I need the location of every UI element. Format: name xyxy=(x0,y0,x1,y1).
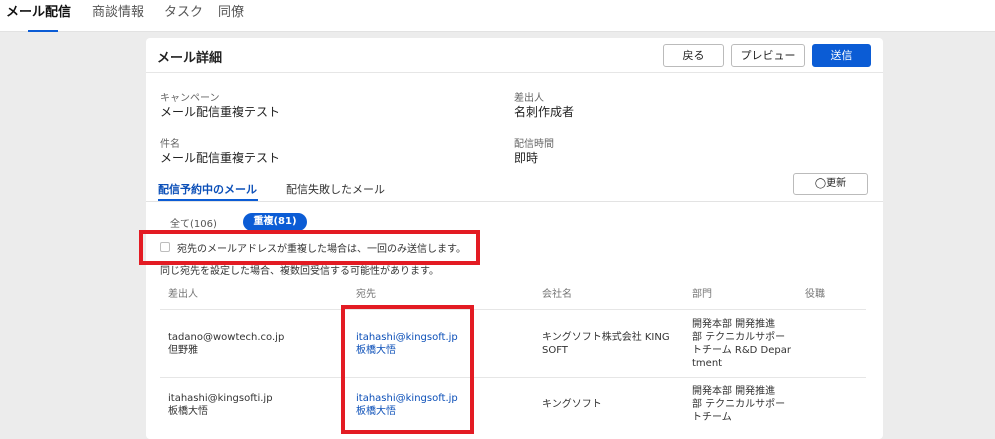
column-header-company: 会社名 xyxy=(542,289,572,300)
department-line: 部 テクニカルサポー xyxy=(692,399,786,410)
column-header-sender: 差出人 xyxy=(168,289,198,300)
row-divider xyxy=(160,377,866,378)
sender-label: 差出人 xyxy=(514,93,544,104)
subject-label: 件名 xyxy=(160,139,180,150)
header-row-divider xyxy=(160,309,866,310)
company-line: SOFT xyxy=(542,345,568,356)
campaign-label: キャンペーン xyxy=(160,93,220,104)
header-divider xyxy=(146,72,883,73)
preview-button[interactable]: プレビュー xyxy=(731,44,805,67)
sender-email: itahashi@kingsofti.jp xyxy=(168,393,273,404)
sender-name: 板橋大悟 xyxy=(168,406,208,417)
department-line: 部 テクニカルサポー xyxy=(692,332,786,343)
sender-value: 名刺作成者 xyxy=(514,105,575,119)
tab-mail-delivery[interactable]: メール配信 xyxy=(6,3,71,32)
filter-duplicates[interactable]: 重複(81) xyxy=(243,213,307,231)
sender-email: tadano@wowtech.co.jp xyxy=(168,332,285,343)
filter-all[interactable]: 全て(106) xyxy=(170,215,217,230)
subject-value: メール配信重複テスト xyxy=(160,151,281,165)
table-row-2-department: 開発本部 開発推進 部 テクニカルサポー トチーム xyxy=(692,385,785,424)
tab-scheduled-mail[interactable]: 配信予約中のメール xyxy=(158,181,257,197)
dedupe-checkbox[interactable] xyxy=(160,242,170,252)
column-header-title: 役職 xyxy=(805,289,825,300)
tab-deals[interactable]: 商談情報 xyxy=(92,3,144,31)
tab-colleagues[interactable]: 同僚 xyxy=(218,3,244,31)
top-navigation: メール配信 商談情報 タスク 同僚 xyxy=(0,0,995,32)
tabs-divider xyxy=(146,201,883,202)
tab-tasks[interactable]: タスク xyxy=(164,3,203,31)
department-line: 開発本部 開発推進 xyxy=(692,319,776,330)
recipient-highlight xyxy=(341,305,474,434)
column-header-recipient: 宛先 xyxy=(356,289,376,300)
table-row-1-department: 開発本部 開発推進 部 テクニカルサポー トチーム R&D Depar tmen… xyxy=(692,318,791,370)
dedupe-label[interactable]: 宛先のメールアドレスが重複した場合は、一回のみ送信します。 xyxy=(177,240,466,255)
send-time-value: 即時 xyxy=(514,151,539,165)
column-header-department: 部門 xyxy=(692,289,712,300)
department-line: 開発本部 開発推進 xyxy=(692,386,776,397)
send-time-label: 配信時間 xyxy=(514,139,554,150)
table-row-2-sender: itahashi@kingsofti.jp 板橋大悟 xyxy=(168,392,273,418)
company-line: キングソフト株式会社 KING xyxy=(542,332,670,343)
table-row-2-company: キングソフト xyxy=(542,398,602,411)
back-button[interactable]: 戻る xyxy=(663,44,724,67)
table-row-1-sender: tadano@wowtech.co.jp 但野雅 xyxy=(168,331,284,357)
send-button[interactable]: 送信 xyxy=(812,44,871,67)
department-line: tment xyxy=(692,358,723,369)
company-line: キングソフト xyxy=(542,399,602,410)
page-title: メール詳細 xyxy=(157,51,223,66)
sender-name: 但野雅 xyxy=(168,345,198,356)
tab-failed-mail[interactable]: 配信失敗したメール xyxy=(286,181,385,197)
duplicate-warning: 同じ宛先を設定した場合、複数回受信する可能性があります。 xyxy=(160,266,439,277)
department-line: トチーム R&D Depar xyxy=(692,345,791,356)
refresh-button[interactable]: ◯更新 xyxy=(793,173,868,195)
table-row-1-company: キングソフト株式会社 KING SOFT xyxy=(542,331,670,357)
department-line: トチーム xyxy=(692,412,732,423)
campaign-value: メール配信重複テスト xyxy=(160,105,281,119)
